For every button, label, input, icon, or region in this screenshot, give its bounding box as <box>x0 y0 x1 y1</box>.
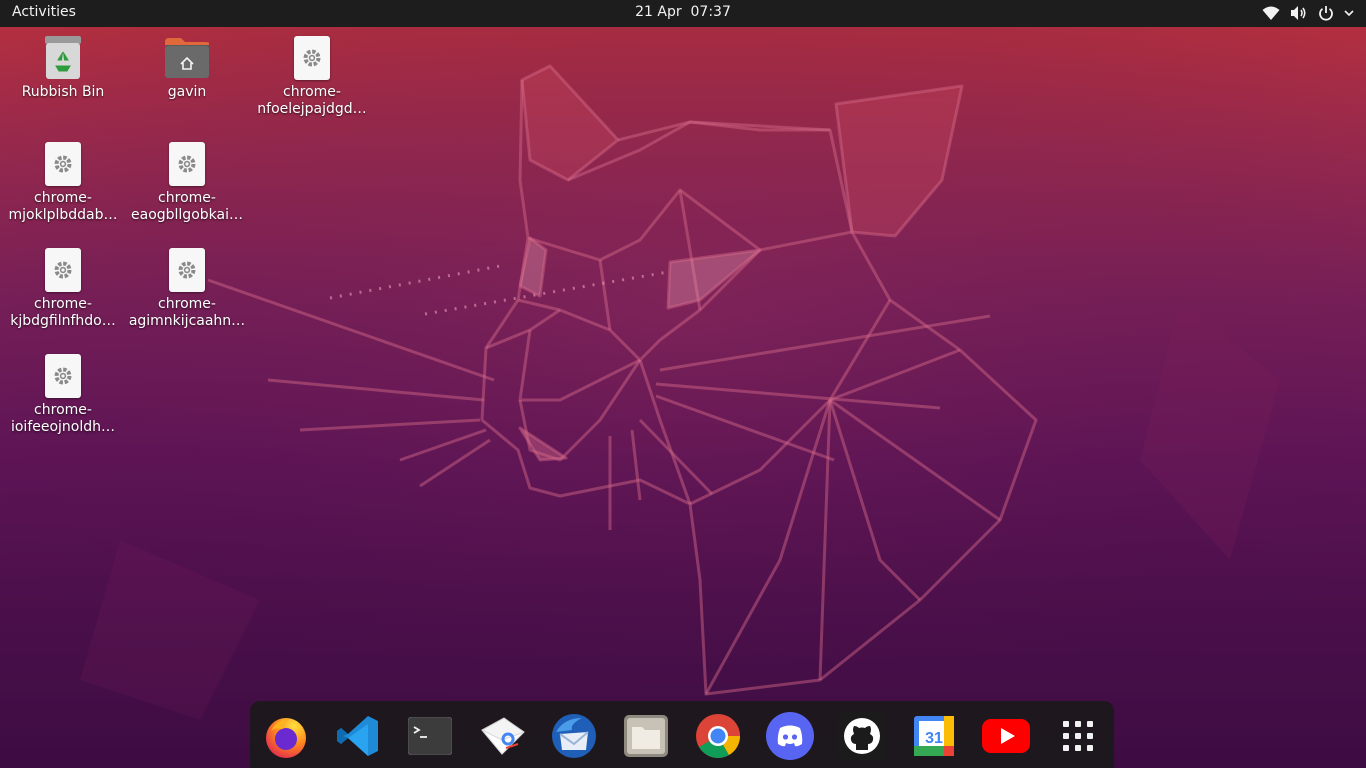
firefox-icon <box>266 718 306 758</box>
volume-icon[interactable] <box>1290 5 1308 21</box>
vscode-icon <box>337 716 378 756</box>
dock-item-google-calendar[interactable]: 31 <box>908 710 960 762</box>
dock-item-firefox[interactable] <box>260 710 312 762</box>
dock-item-thunderbird[interactable] <box>548 710 600 762</box>
dock-item-vscode[interactable] <box>332 710 384 762</box>
activities-button[interactable]: Activities <box>12 4 76 20</box>
dock-item-discord[interactable] <box>764 710 816 762</box>
desktop-icon-label: Rubbish Bin <box>21 84 105 100</box>
dock: 31 <box>250 701 1114 768</box>
terminal-icon <box>408 717 452 755</box>
desktop-icon-chrome-app-2[interactable]: chrome- mjoklplbddab… <box>1 140 125 224</box>
desktop-icon-label-line-2: kjbdgfilnfhdo… <box>10 313 116 329</box>
desktop-icon-chrome-app-6[interactable]: chrome- ioifeeojnoldh… <box>1 352 125 436</box>
desktop-icon-label-line-2: mjoklplbddab… <box>8 207 118 223</box>
dock-item-files[interactable] <box>620 710 672 762</box>
files-icon <box>624 715 668 757</box>
desktop-icon-home[interactable]: gavin <box>125 34 249 101</box>
desktop-icon-label-line-1: chrome- <box>34 296 92 312</box>
gear-icon <box>169 142 205 186</box>
calendar-day: 31 <box>925 730 943 747</box>
chrome-icon <box>696 714 740 758</box>
dock-item-chrome[interactable] <box>692 710 744 762</box>
gear-icon <box>45 248 81 292</box>
desktop-icon-label-line-1: chrome- <box>34 190 92 206</box>
desktop-icon-label-line-1: chrome- <box>283 84 341 100</box>
gmail-icon <box>481 717 525 755</box>
dock-item-show-applications[interactable] <box>1052 710 1104 762</box>
power-icon[interactable] <box>1318 5 1334 21</box>
clock[interactable]: 21 Apr 07:37 <box>635 4 731 20</box>
chevron-down-icon[interactable] <box>1344 9 1354 17</box>
desktop-icon-chrome-app-5[interactable]: chrome- agimnkijcaahn… <box>125 246 249 330</box>
top-bar: Activities 21 Apr 07:37 <box>0 0 1366 27</box>
desktop-icon-label-line-2: agimnkijcaahn… <box>128 313 246 329</box>
dock-item-gmail[interactable] <box>476 710 528 762</box>
desktop-icon-label-line-2: ioifeeojnoldh… <box>10 419 116 435</box>
desktop-icon-chrome-app-3[interactable]: chrome- eaogbllgobkai… <box>125 140 249 224</box>
gear-icon <box>45 142 81 186</box>
desktop-icon-label: gavin <box>167 84 207 100</box>
desktop-icon-label-line-1: chrome- <box>34 402 92 418</box>
show-applications-icon <box>1063 721 1093 751</box>
desktop-icon-label-line-1: chrome- <box>158 296 216 312</box>
desktop-icon-label-line-2: nfoelejpajdgd… <box>257 101 367 117</box>
desktop-icon-label-line-2: eaogbllgobkai… <box>131 207 243 223</box>
wifi-icon[interactable] <box>1262 5 1280 21</box>
discord-icon <box>766 712 814 760</box>
youtube-icon <box>982 719 1030 753</box>
clock-container: 21 Apr 07:37 <box>0 4 1366 20</box>
github-icon <box>838 712 886 760</box>
thunderbird-icon <box>552 714 596 758</box>
gear-icon <box>169 248 205 292</box>
desktop-icon-chrome-app-1[interactable]: chrome- nfoelejpajdgd… <box>250 34 374 118</box>
gear-icon <box>294 36 330 80</box>
system-tray[interactable] <box>1262 3 1354 23</box>
dock-item-terminal[interactable] <box>404 710 456 762</box>
google-calendar-icon: 31 <box>914 716 954 756</box>
home-folder-icon <box>163 34 211 82</box>
gear-icon <box>45 354 81 398</box>
recycle-bin-icon <box>39 34 87 82</box>
desktop-icon-chrome-app-4[interactable]: chrome- kjbdgfilnfhdo… <box>1 246 125 330</box>
desktop-icon-label-line-1: chrome- <box>158 190 216 206</box>
dock-item-youtube[interactable] <box>980 710 1032 762</box>
dock-item-github[interactable] <box>836 710 888 762</box>
wallpaper <box>0 0 1366 768</box>
desktop-icon-trash[interactable]: Rubbish Bin <box>1 34 125 101</box>
